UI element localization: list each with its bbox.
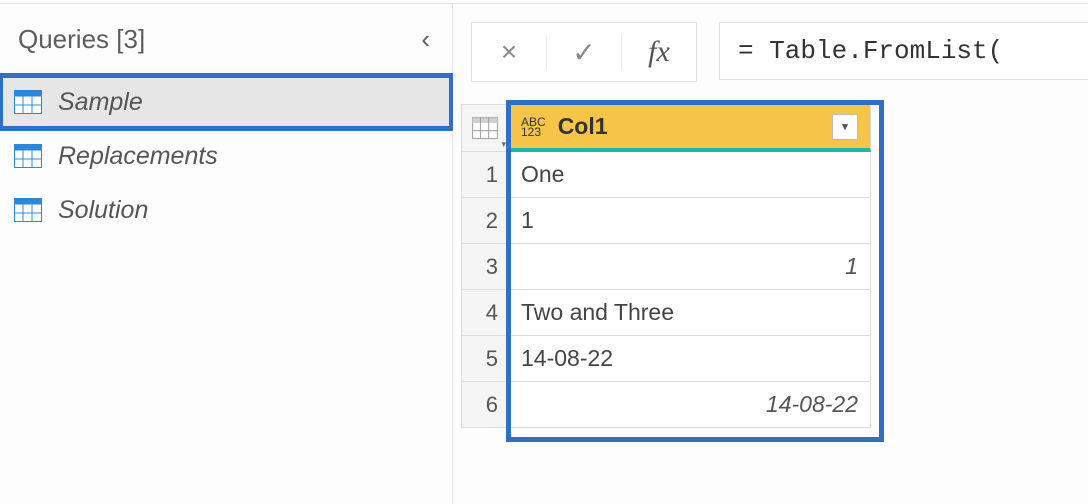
formula-bar: × ✓ fx <box>453 4 1088 82</box>
formula-tools: × ✓ fx <box>471 22 697 82</box>
data-cell[interactable]: 1 <box>509 244 871 290</box>
cancel-formula-button[interactable]: × <box>472 36 546 68</box>
column-header-col1[interactable]: ABC 123 Col1 ▾ <box>509 104 871 152</box>
data-grid: ▾ ABC 123 Col1 ▾ <box>461 104 1088 428</box>
data-cell[interactable]: 1 <box>509 198 871 244</box>
data-cell[interactable]: 14-08-22 <box>509 382 871 428</box>
close-icon: × <box>501 36 517 68</box>
query-item-sample[interactable]: Sample <box>0 75 452 129</box>
data-cell[interactable]: One <box>509 152 871 198</box>
row-number[interactable]: 5 <box>461 336 509 382</box>
row-number[interactable]: 4 <box>461 290 509 336</box>
query-list: Sample Replacements <box>0 71 452 237</box>
formula-input-wrap[interactable] <box>719 22 1088 80</box>
row-number[interactable]: 2 <box>461 198 509 244</box>
check-icon: ✓ <box>572 36 595 69</box>
fx-icon: fx <box>648 35 670 69</box>
queries-title: Queries [3] <box>18 24 145 55</box>
editor-area: × ✓ fx <box>453 4 1088 504</box>
table-icon <box>14 144 42 168</box>
query-item-solution[interactable]: Solution <box>0 183 452 237</box>
queries-header: Queries [3] ‹ <box>0 4 452 71</box>
query-item-label: Sample <box>58 88 143 117</box>
query-item-replacements[interactable]: Replacements <box>0 129 452 183</box>
data-cell[interactable]: Two and Three <box>509 290 871 336</box>
table-icon <box>14 198 42 222</box>
column-type-icon: ABC 123 <box>521 117 546 137</box>
query-item-label: Solution <box>58 196 148 225</box>
column-header-label: Col1 <box>558 113 608 140</box>
data-cell[interactable]: 14-08-22 <box>509 336 871 382</box>
row-number[interactable]: 3 <box>461 244 509 290</box>
column-filter-button[interactable]: ▾ <box>832 114 858 140</box>
row-number[interactable]: 1 <box>461 152 509 198</box>
chevron-down-icon: ▾ <box>501 139 506 150</box>
table-corner-button[interactable]: ▾ <box>461 104 509 152</box>
row-number[interactable]: 6 <box>461 382 509 428</box>
formula-input[interactable] <box>736 35 1072 67</box>
chevron-down-icon: ▾ <box>842 120 848 133</box>
query-item-label: Replacements <box>58 142 218 171</box>
queries-pane: Queries [3] ‹ Sample <box>0 4 453 504</box>
table-icon <box>14 90 42 114</box>
confirm-formula-button[interactable]: ✓ <box>546 36 621 69</box>
fx-button[interactable]: fx <box>621 35 696 69</box>
collapse-queries-icon[interactable]: ‹ <box>417 24 434 55</box>
